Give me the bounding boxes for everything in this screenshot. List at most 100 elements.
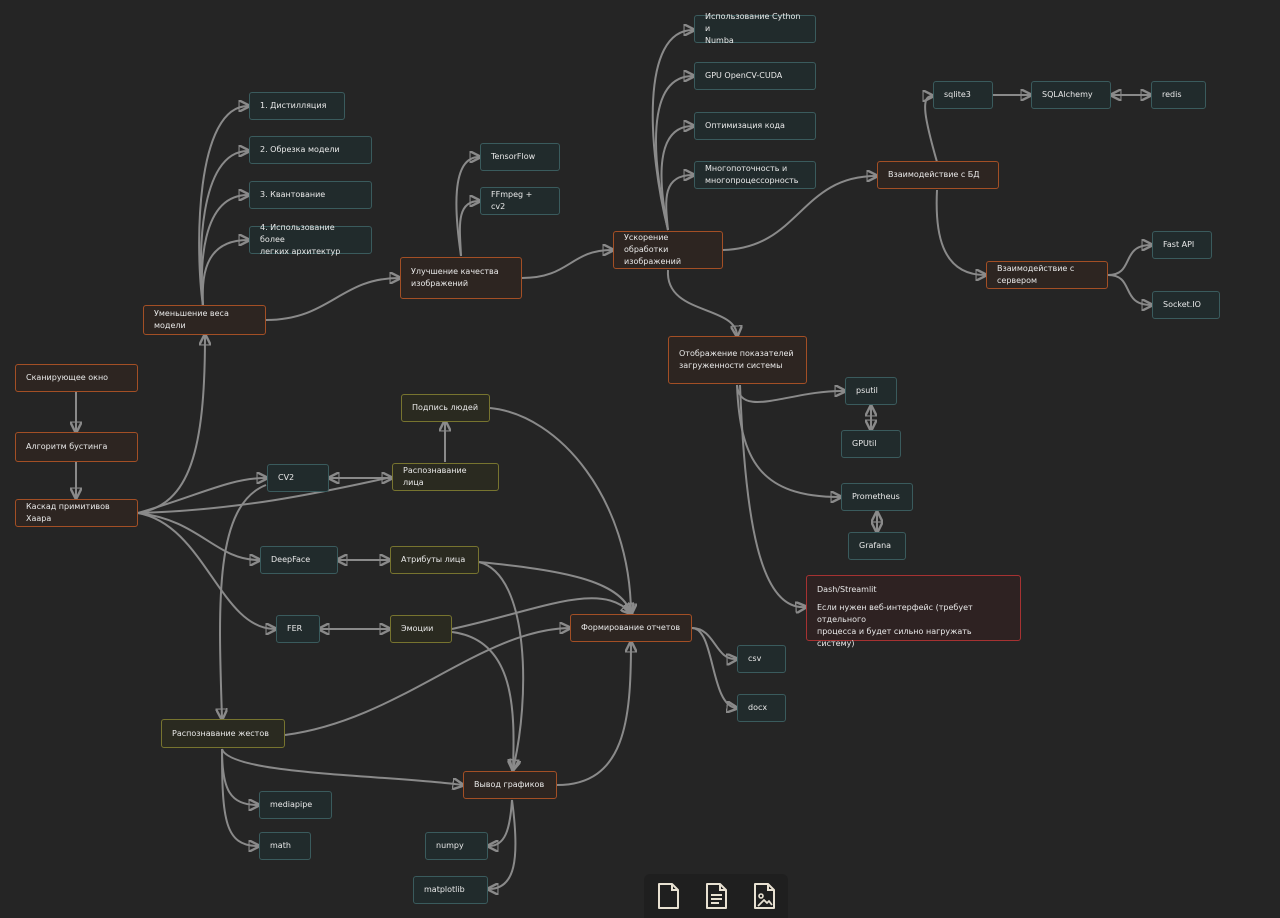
node-face-label: Распознавание лица [403, 466, 467, 487]
blank-page-icon[interactable] [651, 879, 685, 913]
edge-haar-weight [137, 336, 205, 514]
edge-gestures-math [221, 748, 258, 846]
edge-attrs-plots [478, 561, 525, 769]
edge-accel-opt [660, 126, 693, 231]
node-dash-note: Если нужен веб-интерфейс (требует отдель… [817, 603, 973, 648]
node-matplotlib[interactable]: matplotlib [413, 876, 488, 904]
node-ffmpeg[interactable]: FFmpeg + cv2 [480, 187, 560, 215]
node-monitor-label: Отображение показателей загруженности си… [679, 349, 794, 370]
edge-weight-distil [198, 106, 248, 307]
node-prom-label: Prometheus [852, 492, 900, 501]
node-grafana-label: Grafana [859, 541, 892, 550]
node-deepface[interactable]: DeepFace [260, 546, 338, 574]
node-cython[interactable]: Использование Cython и Numba [694, 12, 816, 45]
node-opt[interactable]: Оптимизация кода [694, 112, 816, 140]
node-multi[interactable]: Многопоточность и многопроцессорность [694, 161, 816, 189]
node-math[interactable]: math [259, 832, 311, 860]
text-document-icon[interactable] [699, 879, 733, 913]
node-emotions-label: Эмоции [401, 624, 434, 633]
node-distil[interactable]: 1. Дистилляция [249, 92, 345, 120]
node-prune[interactable]: 2. Обрезка модели [249, 136, 372, 164]
node-sign-label: Подпись людей [412, 403, 479, 412]
edge-accel-multi [665, 175, 693, 231]
edge-improve-tf [455, 157, 479, 257]
edge-plots-numpy [489, 799, 513, 846]
node-gestures-label: Распознавание жестов [172, 728, 269, 738]
node-server-label: Взаимодействие с сервером [997, 264, 1075, 285]
node-monitor[interactable]: Отображение показателей загруженности си… [668, 336, 807, 384]
node-scan[interactable]: Сканирующее окно [15, 364, 138, 392]
node-psutil-label: psutil [856, 386, 878, 395]
node-dash[interactable]: Dash/Streamlit Если нужен веб-интерфейс … [806, 575, 1021, 648]
node-sqlite[interactable]: sqlite3 [933, 81, 993, 109]
node-gputil[interactable]: GPUtil [841, 430, 901, 458]
node-improve[interactable]: Улучшение качества изображений [400, 257, 522, 299]
node-math-label: math [270, 841, 291, 850]
node-accel[interactable]: Ускорение обработки изображений [613, 231, 723, 269]
node-gpu-label: GPU OpenCV-CUDA [705, 71, 783, 80]
node-csv[interactable]: csv [737, 645, 786, 673]
edge-attrs-reports [478, 561, 631, 613]
node-cv2[interactable]: CV2 [267, 464, 329, 492]
node-gestures[interactable]: Распознавание жестов [161, 719, 285, 748]
edge-gestures-reports [284, 628, 569, 736]
edge-haar-fer [137, 512, 275, 629]
node-grafana[interactable]: Grafana [848, 532, 906, 560]
edge-weight-quant [200, 195, 248, 307]
node-docx-label: docx [748, 703, 768, 712]
node-boost-label: Алгоритм бустинга [26, 442, 108, 451]
node-haar-label: Каскад примитивов Хаара [26, 502, 110, 523]
edge-haar-cv2 [137, 478, 266, 514]
node-sqlite-label: sqlite3 [944, 90, 971, 99]
node-attrs[interactable]: Атрибуты лица [390, 546, 479, 574]
node-sqla[interactable]: SQLAlchemy [1031, 81, 1111, 109]
node-deepface-label: DeepFace [271, 555, 311, 564]
node-ffmpeg-label: FFmpeg + cv2 [491, 190, 533, 211]
node-docx[interactable]: docx [737, 694, 786, 722]
node-haar[interactable]: Каскад примитивов Хаара [15, 499, 138, 527]
node-face[interactable]: Распознавание лица [392, 463, 499, 491]
edge-weight-improve [265, 278, 399, 321]
node-boost[interactable]: Алгоритм бустинга [15, 432, 138, 462]
node-server[interactable]: Взаимодействие с сервером [986, 261, 1108, 289]
node-db-label: Взаимодействие с БД [888, 170, 980, 179]
edges-layer [0, 0, 1280, 918]
node-emotions[interactable]: Эмоции [390, 615, 452, 643]
node-reports-label: Формирование отчетов [581, 623, 681, 632]
node-quant[interactable]: 3. Квантование [249, 181, 372, 209]
node-sign[interactable]: Подпись людей [401, 394, 490, 422]
node-socketio-label: Socket.IO [1163, 300, 1201, 309]
node-weight[interactable]: Уменьшение веса модели [143, 305, 266, 335]
node-socketio[interactable]: Socket.IO [1152, 291, 1220, 319]
node-matplotlib-label: matplotlib [424, 885, 465, 894]
node-gputil-label: GPUtil [852, 439, 877, 448]
node-cv2-label: CV2 [278, 473, 295, 482]
node-csv-label: csv [748, 654, 762, 663]
node-sqla-label: SQLAlchemy [1042, 90, 1093, 99]
node-psutil[interactable]: psutil [845, 377, 897, 405]
node-prom[interactable]: Prometheus [841, 483, 913, 511]
node-prune-label: 2. Обрезка модели [260, 145, 340, 154]
node-fastapi[interactable]: Fast API [1152, 231, 1212, 259]
image-document-icon[interactable] [747, 879, 781, 913]
node-db[interactable]: Взаимодействие с БД [877, 161, 999, 189]
node-reports[interactable]: Формирование отчетов [570, 614, 692, 642]
node-tf[interactable]: TensorFlow [480, 143, 560, 171]
node-gpu[interactable]: GPU OpenCV-CUDA [694, 62, 816, 90]
edge-reports-docx [691, 627, 736, 708]
node-fer[interactable]: FER [276, 615, 320, 643]
node-numpy[interactable]: numpy [425, 832, 488, 860]
edge-weight-light [201, 240, 248, 307]
node-redis[interactable]: redis [1151, 81, 1206, 109]
node-mediapipe[interactable]: mediapipe [259, 791, 332, 819]
node-mediapipe-label: mediapipe [270, 800, 313, 809]
edge-monitor-dash [739, 384, 805, 607]
edge-monitor-prom [736, 384, 840, 497]
edge-plots-matplotlib [489, 799, 517, 889]
node-light[interactable]: 4. Использование более легких архитектур [249, 223, 372, 256]
node-plots[interactable]: Вывод графиков [463, 771, 557, 799]
node-opt-label: Оптимизация кода [705, 121, 785, 130]
node-scan-label: Сканирующее окно [26, 373, 109, 382]
edge-weight-prune [199, 151, 248, 307]
node-attrs-label: Атрибуты лица [401, 555, 466, 564]
